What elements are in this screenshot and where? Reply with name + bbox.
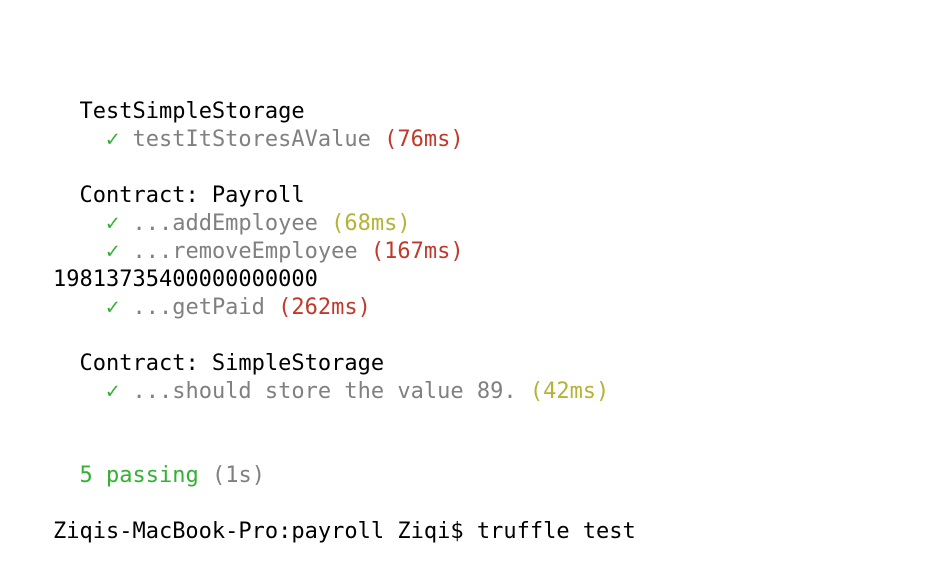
test-duration: (42ms)	[529, 379, 610, 404]
test-result-row: ✓ testItStoresAValue (76ms)	[0, 98, 464, 152]
test-result-row: ✓ ...getPaid (262ms)	[0, 266, 371, 320]
test-result-row: ✓ ...addEmployee (68ms)	[0, 182, 411, 236]
terminal-window[interactable]: TestSimpleStorage ✓ testItStoresAValue (…	[0, 0, 934, 544]
test-duration: (76ms)	[384, 127, 464, 152]
test-title: ...should store the value 89.	[132, 379, 517, 404]
command-text[interactable]: truffle test	[477, 519, 636, 544]
console-log-output: 19813735400000000000	[0, 238, 318, 292]
test-result-row: ✓ ...removeEmployee (167ms)	[0, 210, 464, 264]
test-title: ...getPaid	[132, 295, 265, 320]
total-duration: (1s)	[211, 463, 265, 488]
test-duration: (262ms)	[278, 295, 371, 320]
summary-line: 5 passing (1s)	[0, 434, 264, 488]
suite-title-payroll: Contract: Payroll	[0, 154, 304, 208]
check-icon: ✓	[105, 127, 120, 152]
command-line[interactable]: Ziqis-MacBook-Pro:payroll Ziqi$ truffle …	[0, 490, 636, 544]
test-duration: (167ms)	[370, 239, 464, 264]
test-result-row: ✓ ...should store the value 89. (42ms)	[0, 350, 609, 404]
shell-prompt: Ziqis-MacBook-Pro:payroll Ziqi$	[52, 519, 464, 544]
suite-title-testsimplestorage: TestSimpleStorage	[0, 70, 304, 124]
test-title: testItStoresAValue	[132, 127, 371, 152]
check-icon: ✓	[105, 379, 120, 404]
check-icon: ✓	[105, 295, 120, 320]
suite-title-simplestorage: Contract: SimpleStorage	[0, 322, 384, 376]
passing-count: 5 passing	[79, 463, 199, 488]
